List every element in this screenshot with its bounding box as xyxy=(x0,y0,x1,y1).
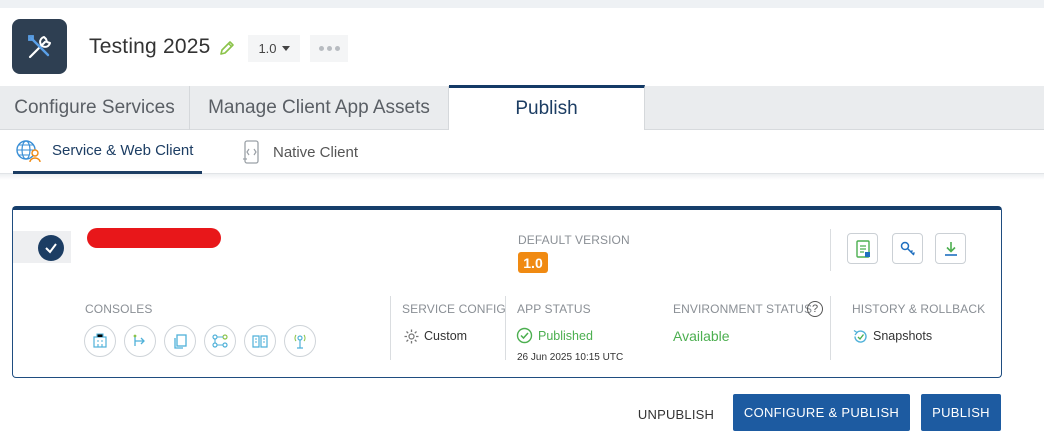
app-status-value: Published xyxy=(538,329,593,343)
history-rollback-label: HISTORY & ROLLBACK xyxy=(852,302,986,316)
console-button[interactable] xyxy=(164,325,196,357)
service-config-value[interactable]: Custom xyxy=(424,329,467,343)
console-button[interactable] xyxy=(124,325,156,357)
console-button[interactable] xyxy=(284,325,316,357)
publish-button[interactable]: PUBLISH xyxy=(921,394,1001,431)
dot-icon xyxy=(326,46,332,51)
dot-icon xyxy=(318,46,324,51)
mobile-code-icon xyxy=(243,140,259,164)
divider xyxy=(830,229,831,271)
document-report-icon xyxy=(855,239,870,258)
history-icon xyxy=(853,329,867,343)
app-title: Testing 2025 xyxy=(89,35,211,58)
subtab-service-web-client[interactable]: Service & Web Client xyxy=(13,130,202,174)
configure-publish-button[interactable]: CONFIGURE & PUBLISH xyxy=(733,394,910,431)
sub-tabs: Service & Web Client Native Client xyxy=(0,130,1044,174)
tools-icon xyxy=(27,34,51,58)
download-icon xyxy=(944,241,957,256)
subtab-shadow xyxy=(0,174,1044,180)
snapshots-link[interactable]: Snapshots xyxy=(873,329,932,343)
gear-icon xyxy=(404,329,419,344)
report-button[interactable] xyxy=(847,233,878,264)
console-button[interactable] xyxy=(244,325,276,357)
tab-publish[interactable]: Publish xyxy=(449,85,645,130)
key-button[interactable] xyxy=(892,233,923,264)
environment-status-value: Available xyxy=(673,328,730,344)
publish-card: DEFAULT VERSION 1.0 CONSOLES SERVICE CON… xyxy=(12,206,1002,378)
chevron-down-icon xyxy=(281,46,290,51)
version-select-value: 1.0 xyxy=(258,41,277,56)
tab-label: Publish xyxy=(515,98,578,119)
app-status-label: APP STATUS xyxy=(517,302,591,316)
subtab-label: Native Client xyxy=(273,143,359,161)
app-status-time: 26 Jun 2025 10:15 UTC xyxy=(517,352,624,363)
globe-user-icon xyxy=(16,139,41,162)
unpublish-button[interactable]: UNPUBLISH xyxy=(626,404,726,424)
consoles-label: CONSOLES xyxy=(85,302,153,316)
top-strip xyxy=(0,0,1044,8)
download-button[interactable] xyxy=(935,233,966,264)
help-icon[interactable]: ? xyxy=(807,301,823,317)
workflow-icon xyxy=(212,334,228,348)
check-circle-icon xyxy=(516,327,533,344)
tab-label: Configure Services xyxy=(14,97,175,118)
app-logo xyxy=(12,19,67,74)
copy-icon xyxy=(174,334,187,349)
service-config-label: SERVICE CONFIG xyxy=(402,302,506,316)
subtab-native-client[interactable]: Native Client xyxy=(240,130,380,174)
divider xyxy=(830,296,831,360)
subtab-label: Service & Web Client xyxy=(52,142,194,159)
default-version-label: DEFAULT VERSION xyxy=(518,233,630,247)
default-version-badge: 1.0 xyxy=(518,252,548,273)
divider xyxy=(390,296,391,360)
console-button[interactable] xyxy=(204,325,236,357)
book-icon xyxy=(252,335,268,348)
antenna-icon xyxy=(294,334,306,349)
building-icon xyxy=(93,333,107,348)
divider xyxy=(505,296,506,360)
environment-status-label: ENVIRONMENT STATUS xyxy=(673,302,813,316)
tab-label: Manage Client App Assets xyxy=(208,97,430,118)
main-tabs: Configure Services Manage Client App Ass… xyxy=(0,85,1044,130)
console-button[interactable] xyxy=(84,325,116,357)
more-options-button[interactable] xyxy=(310,35,348,62)
key-icon xyxy=(900,241,915,256)
dot-icon xyxy=(334,46,340,51)
tab-configure-services[interactable]: Configure Services xyxy=(0,86,190,130)
edit-pencil-icon[interactable] xyxy=(217,38,237,58)
flow-arrow-icon xyxy=(133,334,145,346)
redacted-app-name xyxy=(87,228,221,248)
tab-manage-client-app-assets[interactable]: Manage Client App Assets xyxy=(190,86,449,130)
card-check-icon[interactable] xyxy=(38,235,64,261)
version-select[interactable]: 1.0 xyxy=(248,35,300,62)
